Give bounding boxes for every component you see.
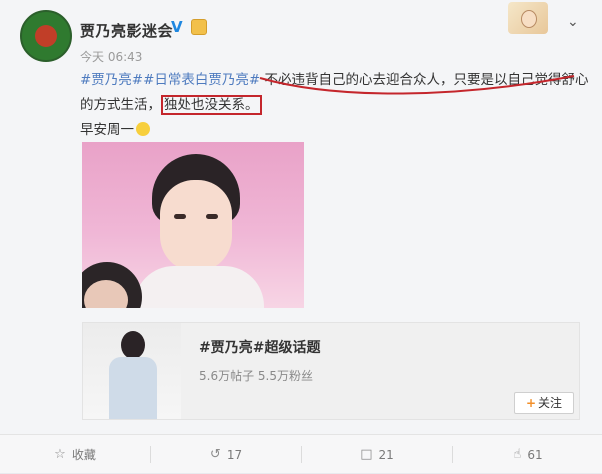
photo-eye [206, 214, 218, 219]
super-topic-card[interactable]: #贾乃亮#超级话题 5.6万帖子 5.5万粉丝 + 关注 [82, 322, 580, 420]
comment-count: 21 [378, 447, 394, 462]
follow-button[interactable]: + 关注 [514, 392, 574, 414]
repost-icon: ↺ [209, 447, 221, 462]
topic-thumbnail [83, 323, 181, 419]
repost-button[interactable]: ↺ 17 [151, 435, 301, 474]
favorite-label: 收藏 [71, 448, 96, 462]
post-photo[interactable] [82, 142, 304, 308]
hashtag-link[interactable]: #日常表白贾乃亮# [143, 72, 260, 88]
comment-icon: □ [360, 447, 373, 462]
action-bar: ☆ 收藏 ↺ 17 □ 21 ☝ 61 [0, 434, 602, 473]
thumb-body [109, 357, 157, 419]
like-count: 61 [527, 447, 543, 462]
comment-button[interactable]: □ 21 [302, 435, 452, 474]
star-icon: ☆ [54, 447, 66, 462]
highlighted-text: 独处也没关系。 [161, 95, 262, 115]
photo-shirt [134, 266, 264, 308]
like-button[interactable]: ☝ 61 [453, 435, 602, 474]
smile-emoji-icon [136, 122, 150, 136]
hashtag-link[interactable]: #贾乃亮# [80, 72, 143, 88]
current-user-face [521, 10, 537, 28]
verified-icon: V [171, 18, 183, 36]
chevron-down-icon[interactable]: ⌄ [567, 14, 579, 30]
post-time[interactable]: 今天 06:43 [80, 48, 142, 65]
topic-title[interactable]: #贾乃亮#超级话题 [199, 337, 320, 357]
topic-stats: 5.6万帖子 5.5万粉丝 [199, 369, 313, 383]
account-avatar[interactable] [20, 10, 72, 62]
avatar-emblem [35, 25, 57, 47]
weibo-post-card: 贾乃亮影迷会 V 今天 06:43 ⌄ #贾乃亮##日常表白贾乃亮# 不必违背自… [0, 0, 602, 473]
thumb-head [121, 331, 145, 359]
thumbs-up-icon: ☝ [513, 447, 522, 462]
current-user-avatar[interactable] [508, 2, 548, 34]
account-name[interactable]: 贾乃亮影迷会 [80, 20, 173, 41]
photo-face [160, 180, 232, 272]
repost-count: 17 [226, 447, 243, 462]
follow-label: 关注 [538, 396, 563, 410]
photo-eye [174, 214, 186, 219]
member-badge-icon [191, 19, 207, 35]
post-greeting: 早安周一 [80, 122, 134, 138]
post-text: #贾乃亮##日常表白贾乃亮# 不必违背自己的心去迎合众人，只要是以自己觉得舒心的… [80, 68, 590, 143]
plus-icon: + [525, 396, 537, 410]
favorite-button[interactable]: ☆ 收藏 [0, 435, 150, 474]
